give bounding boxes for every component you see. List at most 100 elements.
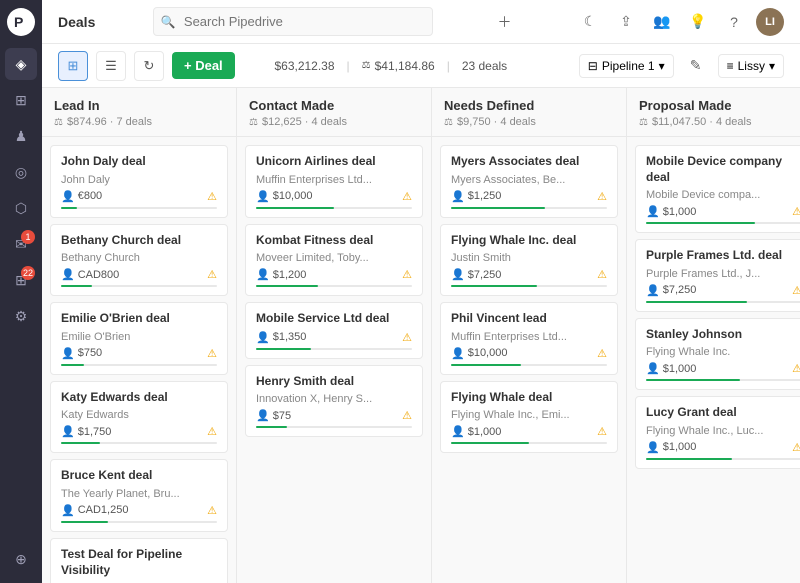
avatar[interactable]: LI <box>756 8 784 36</box>
deal-card[interactable]: Kombat Fitness deal Moveer Limited, Toby… <box>245 224 423 297</box>
topbar: Deals 🔍 ＋ ☾ ⇪ 👥 💡 ? LI <box>42 0 800 44</box>
warning-icon: ⚠ <box>792 284 800 297</box>
deal-card[interactable]: Purple Frames Ltd. deal Purple Frames Lt… <box>635 239 800 312</box>
column-meta: ⚖ $874.96 · 7 deals <box>54 116 224 128</box>
deal-card[interactable]: Bruce Kent deal The Yearly Planet, Bru..… <box>50 459 228 532</box>
users-icon[interactable]: 👥 <box>648 8 676 36</box>
app-logo[interactable]: P <box>7 8 35 36</box>
card-footer: 👤 $10,000 ⚠ <box>451 347 607 360</box>
card-subtitle: Flying Whale Inc., Emi... <box>451 409 607 421</box>
deal-card[interactable]: Henry Smith deal Innovation X, Henry S..… <box>245 365 423 438</box>
person-icon: 👤 <box>451 268 465 281</box>
card-footer: 👤 $1,350 ⚠ <box>256 331 412 344</box>
add-deal-button[interactable]: + Deal <box>172 52 235 79</box>
progress-bar <box>61 207 217 209</box>
edit-icon[interactable]: ✎ <box>682 52 710 80</box>
person-icon: 👤 <box>646 205 660 218</box>
deal-card[interactable]: Phil Vincent lead Muffin Enterprises Ltd… <box>440 302 618 375</box>
progress-bar <box>646 379 800 381</box>
card-subtitle: Myers Associates, Be... <box>451 174 607 186</box>
progress-bar <box>451 442 607 444</box>
card-subtitle: Bethany Church <box>61 252 217 264</box>
column-cards-lead-in: John Daly deal John Daly 👤 €800 ⚠ Bethan… <box>42 137 236 583</box>
person-icon: 👤 <box>61 190 75 203</box>
card-title: Phil Vincent lead <box>451 311 607 327</box>
progress-bar <box>256 285 412 287</box>
deal-card[interactable]: Mobile Device company deal Mobile Device… <box>635 145 800 233</box>
deal-card[interactable]: Bethany Church deal Bethany Church 👤 CAD… <box>50 224 228 297</box>
sidebar-item-more[interactable]: ⊕ <box>5 543 37 575</box>
card-title: Mobile Service Ltd deal <box>256 311 412 327</box>
card-amount: 👤 CAD800 <box>61 268 119 281</box>
column-title: Needs Defined <box>444 98 614 113</box>
progress-fill <box>646 458 732 460</box>
sidebar-item-reports[interactable]: ⊞ 22 <box>5 264 37 296</box>
balance-icon: ⚖ <box>54 117 63 128</box>
pipeline-selector[interactable]: ⊟ Pipeline 1 ▾ <box>579 54 674 78</box>
deal-card[interactable]: Stanley Johnson Flying Whale Inc. 👤 $1,0… <box>635 318 800 391</box>
card-amount: 👤 $10,000 <box>451 347 507 360</box>
list-view-btn[interactable]: ☰ <box>96 51 126 81</box>
card-title: Test Deal for Pipeline Visibility <box>61 547 217 578</box>
card-amount: 👤 $1,250 <box>451 190 501 203</box>
deal-card[interactable]: Mobile Service Ltd deal 👤 $1,350 ⚠ <box>245 302 423 359</box>
filter-btn-secondary[interactable]: ↻ <box>134 51 164 81</box>
search-input[interactable] <box>153 7 433 36</box>
deal-card[interactable]: John Daly deal John Daly 👤 €800 ⚠ <box>50 145 228 218</box>
deal-card[interactable]: Test Deal for Pipeline Visibility Scott … <box>50 538 228 583</box>
card-subtitle: Muffin Enterprises Ltd... <box>256 174 412 186</box>
column-title: Lead In <box>54 98 224 113</box>
lightbulb-icon[interactable]: 💡 <box>684 8 712 36</box>
plus-icon[interactable]: ＋ <box>490 8 518 36</box>
deal-card[interactable]: Flying Whale deal Flying Whale Inc., Emi… <box>440 381 618 454</box>
deal-card[interactable]: Myers Associates deal Myers Associates, … <box>440 145 618 218</box>
column-cards-contact-made: Unicorn Airlines deal Muffin Enterprises… <box>237 137 431 583</box>
sidebar-item-leads[interactable]: ◎ <box>5 156 37 188</box>
sidebar-item-mail[interactable]: ✉ 1 <box>5 228 37 260</box>
card-footer: 👤 $7,250 ⚠ <box>646 284 800 297</box>
card-amount: 👤 $10,000 <box>256 190 312 203</box>
balance-icon: ⚖ <box>639 117 648 128</box>
card-amount: 👤 $1,000 <box>451 425 501 438</box>
share-icon[interactable]: ⇪ <box>612 8 640 36</box>
card-amount: 👤 $75 <box>256 409 291 422</box>
warning-icon: ⚠ <box>402 331 412 344</box>
card-title: Mobile Device company deal <box>646 154 800 185</box>
help-icon[interactable]: ? <box>720 8 748 36</box>
sidebar-item-contacts[interactable]: ♟ <box>5 120 37 152</box>
card-footer: 👤 $75 ⚠ <box>256 409 412 422</box>
card-footer: 👤 CAD800 ⚠ <box>61 268 217 281</box>
deal-card[interactable]: Unicorn Airlines deal Muffin Enterprises… <box>245 145 423 218</box>
column-header-needs-defined: Needs Defined ⚖ $9,750 · 4 deals <box>432 88 626 137</box>
sidebar-item-activity[interactable]: ⊞ <box>5 84 37 116</box>
card-footer: 👤 $1,000 ⚠ <box>646 441 800 454</box>
person-icon: 👤 <box>61 347 75 360</box>
card-title: Purple Frames Ltd. deal <box>646 248 800 264</box>
theme-icon[interactable]: ☾ <box>576 8 604 36</box>
card-title: John Daly deal <box>61 154 217 170</box>
deal-card[interactable]: Katy Edwards deal Katy Edwards 👤 $1,750 … <box>50 381 228 454</box>
progress-fill <box>646 301 747 303</box>
progress-fill <box>451 207 545 209</box>
person-icon: 👤 <box>646 441 660 454</box>
card-amount: 👤 $1,000 <box>646 362 696 375</box>
deal-card[interactable]: Flying Whale Inc. deal Justin Smith 👤 $7… <box>440 224 618 297</box>
progress-fill <box>61 285 92 287</box>
person-icon: 👤 <box>646 284 660 297</box>
card-footer: 👤 CAD1,250 ⚠ <box>61 504 217 517</box>
sidebar-item-pipeline[interactable]: ◈ <box>5 48 37 80</box>
kanban-view-btn[interactable]: ⊞ <box>58 51 88 81</box>
main-content: Deals 🔍 ＋ ☾ ⇪ 👥 💡 ? LI ⊞ ☰ ↻ + Deal $63,… <box>42 0 800 583</box>
deal-card[interactable]: Emilie O'Brien deal Emilie O'Brien 👤 $75… <box>50 302 228 375</box>
filter-user-btn[interactable]: ≡ Lissy ▾ <box>718 54 784 78</box>
warning-icon: ⚠ <box>207 347 217 360</box>
warning-icon: ⚠ <box>207 190 217 203</box>
search-icon: 🔍 <box>161 15 176 29</box>
card-amount: 👤 $1,750 <box>61 425 111 438</box>
card-subtitle: Mobile Device compa... <box>646 189 800 201</box>
sidebar-item-automations[interactable]: ⚙ <box>5 300 37 332</box>
deals-count: 23 deals <box>462 59 507 73</box>
deal-card[interactable]: Lucy Grant deal Flying Whale Inc., Luc..… <box>635 396 800 469</box>
sidebar-item-goals[interactable]: ⬡ <box>5 192 37 224</box>
filter-icon: ≡ <box>727 59 734 73</box>
